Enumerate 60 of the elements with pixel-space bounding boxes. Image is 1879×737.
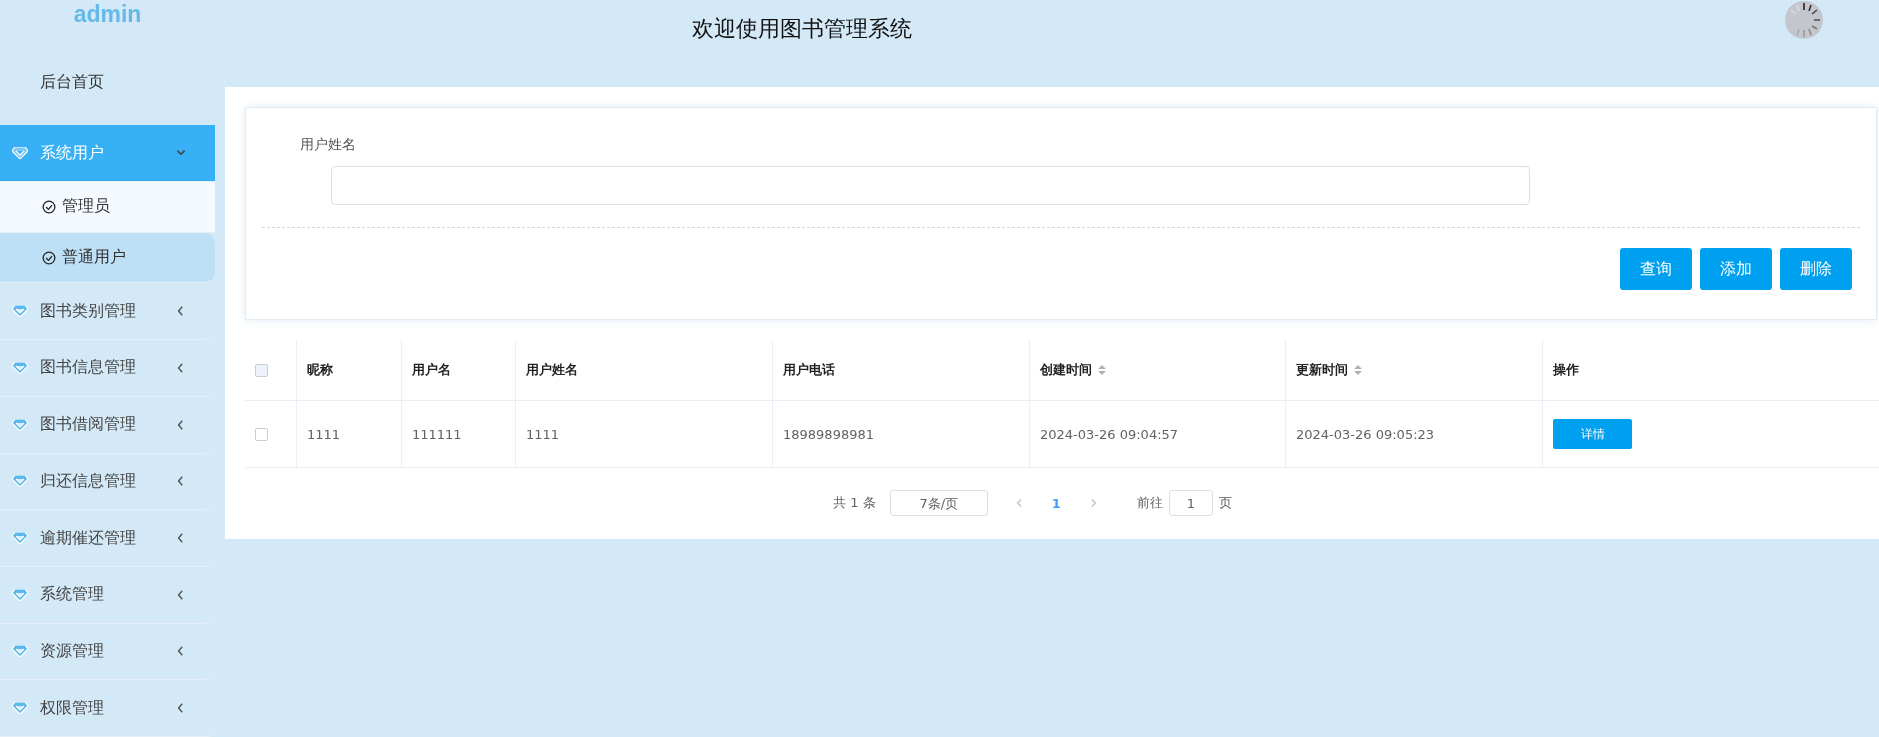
table-cell: 2024-03-26 09:05:23 — [1296, 426, 1435, 442]
diamond-icon — [12, 418, 28, 431]
diamond-icon — [12, 588, 28, 601]
sidebar-item-label: 图书借阅管理 — [40, 414, 137, 436]
column-header: 用户名 — [412, 361, 451, 379]
sidebar-item[interactable]: 权限管理 — [0, 680, 215, 737]
page-size-select[interactable]: 7条/页 — [889, 490, 988, 516]
sidebar-item-label: 权限管理 — [40, 697, 105, 719]
submenu-item[interactable]: 普通用户 — [0, 232, 215, 284]
sidebar-item[interactable]: 图书类别管理 — [0, 283, 215, 341]
sidebar-item-label: 图书信息管理 — [40, 357, 137, 379]
loading-spinner-icon — [1784, 0, 1824, 40]
sort-icon[interactable] — [1098, 364, 1106, 376]
column-header: 更新时间 — [1296, 361, 1348, 379]
sidebar-item[interactable]: 图书借阅管理 — [0, 396, 215, 454]
column-header: 昵称 — [307, 361, 333, 379]
sort-icon[interactable] — [1354, 364, 1362, 376]
input-field[interactable] — [331, 166, 1530, 205]
sidebar-item[interactable]: 归还信息管理 — [0, 453, 215, 511]
column-header: 创建时间 — [1040, 361, 1092, 379]
submenu-label: 管理员 — [62, 196, 110, 218]
submenu-label: 普通用户 — [62, 247, 126, 269]
diamond-icon — [12, 361, 28, 374]
diamond-icon — [12, 532, 28, 545]
check-circle-icon — [42, 199, 56, 214]
sidebar-item[interactable]: 逾期催还管理 — [0, 510, 215, 567]
diamond-icon — [12, 702, 28, 715]
sidebar-item[interactable]: 图书信息管理 — [0, 340, 215, 397]
sidebar-item-label: 图书类别管理 — [40, 300, 137, 322]
logo-text: admin — [72, 0, 143, 29]
checkbox[interactable] — [255, 363, 268, 377]
table-cell: 1111 — [526, 426, 560, 442]
sidebar-item-label: 资源管理 — [40, 640, 105, 662]
checkbox[interactable] — [255, 427, 268, 441]
column-header: 用户姓名 — [526, 361, 578, 379]
sidebar-item[interactable]: 后台首页 — [0, 39, 215, 126]
table-cell: 2024-03-26 09:04:57 — [1040, 426, 1179, 442]
page-suffix: 页 — [1218, 494, 1232, 512]
field-label: 用户姓名 — [300, 136, 357, 154]
check-circle-icon — [42, 250, 56, 265]
diamond-icon — [12, 147, 28, 160]
diamond-icon — [12, 305, 28, 318]
sidebar-item-label: 系统用户 — [40, 142, 105, 164]
sidebar-item[interactable]: 系统管理 — [0, 566, 215, 624]
table-cell: 111111 — [412, 426, 462, 442]
goto-label: 前往 — [1136, 494, 1163, 512]
page-title: 欢迎使用图书管理系统 — [692, 15, 912, 43]
sidebar-item-label: 归还信息管理 — [40, 470, 137, 492]
diamond-icon — [12, 475, 28, 488]
sidebar-item-label: 系统管理 — [40, 584, 105, 606]
table-cell: 1111 — [307, 426, 341, 442]
sidebar-item-label: 逾期催还管理 — [40, 527, 137, 549]
total-count: 共 1 条 — [833, 494, 876, 512]
goto-page-field[interactable]: 1 — [1168, 490, 1213, 516]
sidebar-item[interactable]: 资源管理 — [0, 623, 215, 681]
diamond-icon — [12, 645, 28, 658]
table-cell: 18989898981 — [783, 426, 874, 442]
column-header: 用户电话 — [783, 361, 835, 379]
column-header: 操作 — [1553, 361, 1579, 379]
submenu-item[interactable]: 管理员 — [0, 182, 215, 233]
